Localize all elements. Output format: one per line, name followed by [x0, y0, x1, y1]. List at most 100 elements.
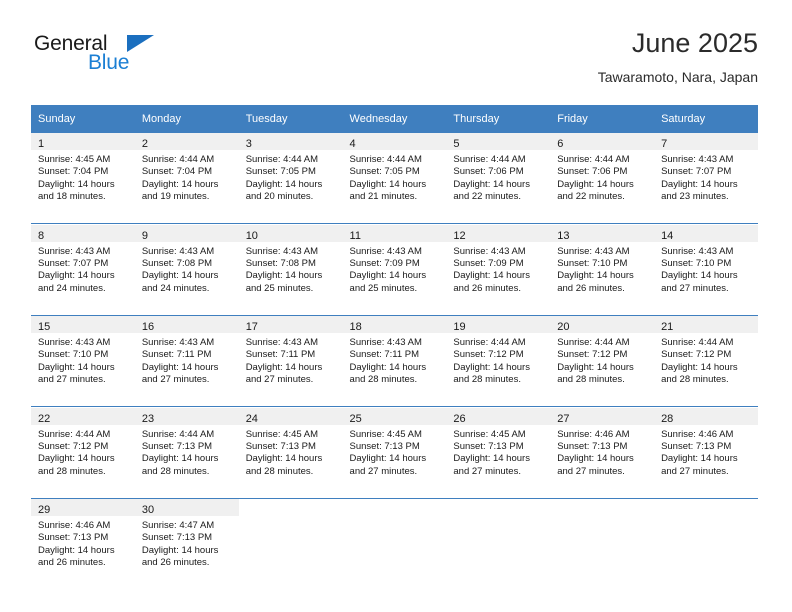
sunrise-text: Sunrise: 4:45 AM: [453, 428, 526, 440]
calendar-day-cell[interactable]: 22 Sunrise: 4:44 AM Sunset: 7:12 PM Dayligh…: [31, 407, 135, 499]
day-details: Sunrise: 4:44 AM Sunset: 7:13 PM Daylight:…: [135, 425, 239, 479]
day-cell-content: 28 Sunrise: 4:46 AM Sunset: 7:13 PM Dayligh…: [654, 407, 758, 498]
day-cell-content: 24 Sunrise: 4:45 AM Sunset: 7:13 PM Dayligh…: [238, 407, 343, 498]
day-cell-content: 27 Sunrise: 4:46 AM Sunset: 7:13 PM Dayligh…: [550, 407, 655, 498]
day-number-band: 21: [654, 316, 758, 333]
sunset-text: Sunset: 7:10 PM: [557, 257, 628, 269]
calendar-day-cell[interactable]: 11 Sunrise: 4:43 AM Sunset: 7:09 PM Dayligh…: [342, 224, 447, 316]
day-number: 19: [453, 321, 466, 333]
day-number: 8: [38, 229, 45, 242]
sunrise-text: Sunrise: 4:46 AM: [661, 428, 734, 440]
daylight-text-line2: and 28 minutes.: [245, 465, 314, 477]
calendar-day-cell[interactable]: 18 Sunrise: 4:43 AM Sunset: 7:11 PM Dayligh…: [342, 316, 447, 407]
calendar-day-cell[interactable]: 16 Sunrise: 4:43 AM Sunset: 7:11 PM Dayligh…: [134, 316, 239, 407]
sunset-text: Sunset: 7:13 PM: [557, 440, 628, 452]
sunrise-text: Sunrise: 4:44 AM: [453, 337, 526, 348]
daylight-text-line1: Daylight: 14 hours: [661, 361, 738, 373]
sunset-text: Sunset: 7:04 PM: [141, 166, 213, 178]
calendar-day-cell[interactable]: 28 Sunrise: 4:46 AM Sunset: 7:13 PM Dayligh…: [654, 407, 758, 499]
day-number: 14: [661, 229, 674, 242]
calendar-week-row: 8 Sunrise: 4:43 AM Sunset: 7:07 PM Daylight…: [31, 224, 758, 316]
calendar-day-cell[interactable]: 27 Sunrise: 4:46 AM Sunset: 7:13 PM Dayligh…: [550, 407, 655, 499]
daylight-text-line2: and 27 minutes.: [661, 282, 729, 294]
day-details: Sunrise: 4:43 AM Sunset: 7:10 PM Daylight:…: [550, 242, 654, 296]
page-subtitle: Tawaramoto, Nara, Japan: [597, 69, 758, 85]
day-number-band: 17: [238, 316, 343, 333]
sunset-text: Sunset: 7:10 PM: [38, 349, 109, 361]
daylight-text-line1: Daylight: 14 hours: [38, 544, 115, 556]
daylight-text-line1: Daylight: 14 hours: [349, 270, 427, 282]
day-number-band: [654, 499, 758, 516]
sunset-text: Sunset: 7:06 PM: [557, 166, 628, 178]
calendar-day-cell[interactable]: 15 Sunrise: 4:43 AM Sunset: 7:10 PM Dayligh…: [31, 316, 135, 407]
day-number: 2: [141, 138, 148, 150]
day-number-band: 19: [446, 316, 551, 333]
day-number: 6: [557, 138, 564, 150]
calendar-day-cell[interactable]: 19 Sunrise: 4:44 AM Sunset: 7:12 PM Dayligh…: [446, 316, 551, 407]
calendar-day-cell[interactable]: 1 Sunrise: 4:45 AM Sunset: 7:04 PM Daylight…: [31, 133, 135, 224]
calendar-day-cell[interactable]: 9 Sunrise: 4:43 AM Sunset: 7:08 PM Daylight…: [134, 224, 239, 316]
daylight-text-line2: and 26 minutes.: [38, 557, 106, 569]
day-cell-content: 2 Sunrise: 4:44 AM Sunset: 7:04 PM Daylight…: [134, 133, 239, 223]
day-cell-content: [654, 499, 758, 589]
calendar-day-cell[interactable]: 26 Sunrise: 4:45 AM Sunset: 7:13 PM Dayligh…: [446, 407, 551, 499]
calendar-day-cell[interactable]: 3 Sunrise: 4:44 AM Sunset: 7:05 PM Daylight…: [238, 133, 343, 224]
calendar-day-cell[interactable]: 23 Sunrise: 4:44 AM Sunset: 7:13 PM Dayligh…: [134, 407, 239, 499]
calendar-day-cell[interactable]: 24 Sunrise: 4:45 AM Sunset: 7:13 PM Dayligh…: [238, 407, 343, 499]
sunset-text: Sunset: 7:11 PM: [245, 349, 316, 361]
day-details: Sunrise: 4:43 AM Sunset: 7:10 PM Daylight:…: [654, 242, 758, 296]
day-number-band: [343, 499, 447, 516]
daylight-text-line2: and 28 minutes.: [661, 374, 729, 386]
day-details: Sunrise: 4:44 AM Sunset: 7:12 PM Daylight:…: [31, 425, 135, 479]
calendar-day-cell[interactable]: 13 Sunrise: 4:43 AM Sunset: 7:10 PM Dayligh…: [550, 224, 655, 316]
daylight-text-line2: and 27 minutes.: [38, 374, 106, 386]
calendar-day-cell[interactable]: 20 Sunrise: 4:44 AM Sunset: 7:12 PM Dayligh…: [550, 316, 655, 407]
day-cell-content: 26 Sunrise: 4:45 AM Sunset: 7:13 PM Dayligh…: [446, 407, 551, 498]
day-number: 20: [557, 321, 570, 333]
calendar-day-cell[interactable]: 29 Sunrise: 4:46 AM Sunset: 7:13 PM Dayligh…: [31, 499, 135, 589]
calendar-week-row: 1 Sunrise: 4:45 AM Sunset: 7:04 PM Daylight…: [31, 133, 758, 224]
day-details: Sunrise: 4:44 AM Sunset: 7:05 PM Daylight:…: [343, 150, 447, 204]
calendar-day-cell[interactable]: 17 Sunrise: 4:43 AM Sunset: 7:11 PM Dayligh…: [238, 316, 343, 407]
day-number: 9: [141, 229, 148, 242]
calendar-day-cell[interactable]: 5 Sunrise: 4:44 AM Sunset: 7:06 PM Daylight…: [446, 133, 551, 224]
day-cell-content: 30 Sunrise: 4:47 AM Sunset: 7:13 PM Dayligh…: [134, 499, 239, 589]
day-number: 25: [349, 412, 362, 425]
daylight-text-line1: Daylight: 14 hours: [245, 453, 323, 465]
day-details: Sunrise: 4:46 AM Sunset: 7:13 PM Daylight:…: [31, 516, 135, 570]
sunrise-text: Sunrise: 4:43 AM: [38, 337, 111, 348]
day-number-band: 7: [654, 133, 758, 150]
calendar-day-cell[interactable]: 12 Sunrise: 4:43 AM Sunset: 7:09 PM Dayligh…: [446, 224, 551, 316]
sunset-text: Sunset: 7:12 PM: [661, 349, 732, 361]
calendar-day-cell[interactable]: 14 Sunrise: 4:43 AM Sunset: 7:10 PM Dayligh…: [654, 224, 758, 316]
calendar-day-cell[interactable]: 21 Sunrise: 4:44 AM Sunset: 7:12 PM Dayligh…: [654, 316, 758, 407]
daylight-text-line1: Daylight: 14 hours: [141, 270, 219, 282]
calendar-day-cell[interactable]: 4 Sunrise: 4:44 AM Sunset: 7:05 PM Daylight…: [342, 133, 447, 224]
calendar-day-cell[interactable]: 8 Sunrise: 4:43 AM Sunset: 7:07 PM Daylight…: [31, 224, 135, 316]
day-number-band: 14: [654, 224, 758, 242]
day-details: Sunrise: 4:44 AM Sunset: 7:12 PM Daylight:…: [654, 333, 758, 387]
day-number: 30: [141, 504, 155, 516]
day-details: Sunrise: 4:43 AM Sunset: 7:11 PM Daylight:…: [135, 333, 239, 387]
day-cell-content: [239, 499, 343, 589]
day-number-band: 2: [134, 133, 239, 150]
generalblue-logo[interactable]: General Blue: [34, 32, 234, 80]
sunrise-text: Sunrise: 4:44 AM: [661, 337, 734, 348]
daylight-text-line2: and 20 minutes.: [245, 191, 314, 203]
sunrise-text: Sunrise: 4:44 AM: [349, 154, 422, 165]
calendar-day-cell[interactable]: 7 Sunrise: 4:43 AM Sunset: 7:07 PM Daylight…: [654, 133, 758, 224]
day-number: 18: [349, 321, 362, 333]
day-cell-content: 5 Sunrise: 4:44 AM Sunset: 7:06 PM Daylight…: [446, 133, 551, 223]
calendar-day-cell[interactable]: 25 Sunrise: 4:45 AM Sunset: 7:13 PM Dayligh…: [342, 407, 447, 499]
calendar-day-cell[interactable]: 30 Sunrise: 4:47 AM Sunset: 7:13 PM Dayligh…: [134, 499, 239, 589]
day-number: 12: [453, 229, 466, 242]
calendar-day-cell[interactable]: 10 Sunrise: 4:43 AM Sunset: 7:08 PM Dayligh…: [238, 224, 343, 316]
sunset-text: Sunset: 7:11 PM: [141, 349, 212, 361]
day-details: Sunrise: 4:44 AM Sunset: 7:05 PM Daylight:…: [239, 150, 343, 204]
day-details: [446, 516, 550, 520]
sunrise-text: Sunrise: 4:47 AM: [141, 520, 215, 531]
sunset-text: Sunset: 7:05 PM: [349, 166, 420, 178]
calendar-day-cell[interactable]: 2 Sunrise: 4:44 AM Sunset: 7:04 PM Daylight…: [134, 133, 239, 224]
column-header-tuesday: Tuesday: [238, 105, 343, 133]
calendar-day-cell[interactable]: 6 Sunrise: 4:44 AM Sunset: 7:06 PM Daylight…: [550, 133, 655, 224]
